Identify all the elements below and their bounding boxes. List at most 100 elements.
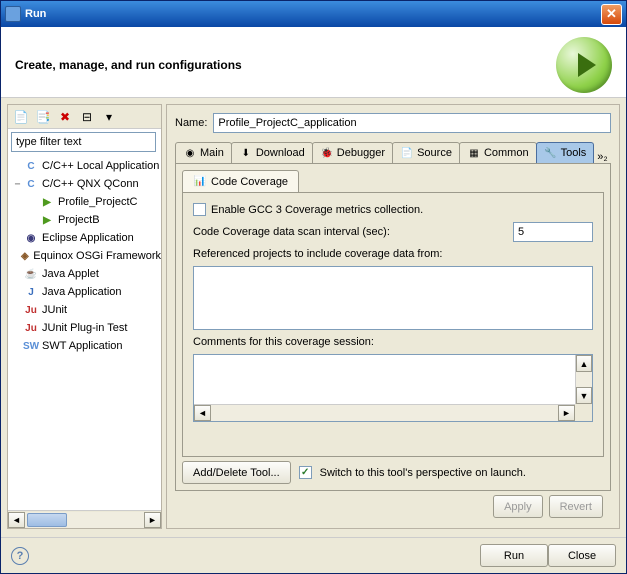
coverage-icon: 📊 (193, 175, 207, 189)
tab-source[interactable]: 📄Source (392, 142, 460, 163)
comments-textarea[interactable]: ▲ ▼ ◄ ► (193, 354, 593, 422)
add-delete-tool-button[interactable]: Add/Delete Tool... (182, 461, 291, 484)
run-logo-icon (556, 37, 612, 93)
tab-main[interactable]: ◉Main (175, 142, 232, 163)
code-coverage-subtab[interactable]: 📊 Code Coverage (182, 170, 299, 192)
tree-item[interactable]: JJava Application (8, 283, 161, 301)
subtab-label: Code Coverage (211, 176, 288, 188)
dialog-footer: ? Run Close (1, 537, 626, 573)
dialog-header: Create, manage, and run configurations (1, 27, 626, 98)
expander-icon[interactable]: − (12, 179, 23, 190)
tab-label: Download (256, 147, 305, 159)
tree-item[interactable]: SWSWT Application (8, 337, 161, 355)
tree-item[interactable]: ◈Equinox OSGi Framework (8, 247, 161, 265)
tree-item[interactable]: JuJUnit (8, 301, 161, 319)
config-editor: Name: ◉Main⬇Download🐞Debugger📄Source▦Com… (166, 104, 620, 529)
tree-item-label: JUnit Plug-in Test (42, 322, 127, 334)
tools-tab-body: 📊 Code Coverage Enable GCC 3 Coverage me… (175, 163, 611, 491)
enable-gcc-label: Enable GCC 3 Coverage metrics collection… (211, 204, 423, 216)
scroll-left-button[interactable]: ◄ (8, 512, 25, 528)
tree-item[interactable]: ◉Eclipse Application (8, 229, 161, 247)
tree-item-label: C/C++ QNX QConn (42, 178, 139, 190)
help-button[interactable]: ? (11, 547, 29, 565)
tree-item-label: Eclipse Application (42, 232, 134, 244)
config-tree-panel: 📄 📑 ✖ ⊟ ▾ CC/C++ Local Application−CC/C+… (7, 104, 162, 529)
tree-item-label: SWT Application (42, 340, 123, 352)
filter-input[interactable] (11, 132, 156, 152)
interval-input[interactable] (513, 222, 593, 242)
tree-item[interactable]: ▶ProjectB (8, 211, 161, 229)
enable-gcc-checkbox[interactable] (193, 203, 206, 216)
scroll-down-button[interactable]: ▼ (576, 387, 592, 404)
view-menu-button[interactable]: ▾ (99, 107, 119, 127)
delete-button[interactable]: ✖ (55, 107, 75, 127)
tab-tools[interactable]: 🔧Tools (536, 142, 595, 163)
tab-label: Debugger (337, 147, 385, 159)
tree-item-label: Profile_ProjectC (58, 196, 137, 208)
run-icon: ▶ (39, 212, 55, 228)
name-input[interactable] (213, 113, 611, 133)
tree-item-label: C/C++ Local Application (42, 160, 159, 172)
app-icon (5, 6, 21, 22)
tree-item[interactable]: −CC/C++ QNX QConn (8, 175, 161, 193)
tree-item[interactable]: JuJUnit Plug-in Test (8, 319, 161, 337)
close-button[interactable]: Close (548, 544, 616, 567)
collapse-all-button[interactable]: ⊟ (77, 107, 97, 127)
tree-item-label: Java Application (42, 286, 122, 298)
tree-item[interactable]: ☕Java Applet (8, 265, 161, 283)
swt-icon: SW (23, 338, 39, 354)
comments-hscrollbar[interactable]: ◄ ► (194, 404, 575, 421)
debugger-icon: 🐞 (320, 146, 334, 160)
window-title: Run (25, 8, 601, 20)
tab-debugger[interactable]: 🐞Debugger (312, 142, 393, 163)
tab-download[interactable]: ⬇Download (231, 142, 313, 163)
c-icon: C (23, 158, 39, 174)
run-button[interactable]: Run (480, 544, 548, 567)
scroll-right-button[interactable]: ► (144, 512, 161, 528)
comments-vscrollbar[interactable]: ▲ ▼ (575, 355, 592, 404)
filter-box (11, 132, 158, 152)
tab-label: Main (200, 147, 224, 159)
apply-button[interactable]: Apply (493, 495, 543, 518)
source-icon: 📄 (400, 146, 414, 160)
osgi-icon: ◈ (19, 248, 30, 264)
tree-toolbar: 📄 📑 ✖ ⊟ ▾ (8, 105, 161, 129)
revert-button[interactable]: Revert (549, 495, 603, 518)
scroll-left-button[interactable]: ◄ (194, 405, 211, 421)
titlebar: Run ✕ (1, 1, 626, 27)
main-icon: ◉ (183, 146, 197, 160)
ref-projects-list[interactable] (193, 266, 593, 330)
tab-label: Tools (561, 147, 587, 159)
close-icon[interactable]: ✕ (601, 4, 622, 25)
tree-item-label: ProjectB (58, 214, 100, 226)
config-tree[interactable]: CC/C++ Local Application−CC/C++ QNX QCon… (8, 155, 161, 510)
tabs-overflow-button[interactable]: »₂ (597, 151, 607, 163)
duplicate-button[interactable]: 📑 (33, 107, 53, 127)
tab-common[interactable]: ▦Common (459, 142, 537, 163)
run-dialog: Run ✕ Create, manage, and run configurat… (0, 0, 627, 574)
switch-perspective-label: Switch to this tool's perspective on lau… (320, 467, 526, 479)
tab-bar: ◉Main⬇Download🐞Debugger📄Source▦Common🔧To… (175, 139, 611, 163)
tree-item-label: Java Applet (42, 268, 99, 280)
tree-hscrollbar[interactable]: ◄ ► (8, 510, 161, 528)
scroll-thumb[interactable] (27, 513, 67, 527)
applet-icon: ☕ (23, 266, 39, 282)
tab-label: Common (484, 147, 529, 159)
junit-plugin-icon: Ju (23, 320, 39, 336)
tools-icon: 🔧 (544, 146, 558, 160)
coverage-panel: Enable GCC 3 Coverage metrics collection… (182, 192, 604, 457)
eclipse-icon: ◉ (23, 230, 39, 246)
run-icon: ▶ (39, 194, 55, 210)
scroll-right-button[interactable]: ► (558, 405, 575, 421)
new-config-button[interactable]: 📄 (11, 107, 31, 127)
scroll-up-button[interactable]: ▲ (576, 355, 592, 372)
tree-item[interactable]: ▶Profile_ProjectC (8, 193, 161, 211)
name-label: Name: (175, 117, 207, 129)
common-icon: ▦ (467, 146, 481, 160)
c-icon: C (23, 176, 39, 192)
header-text: Create, manage, and run configurations (15, 58, 556, 72)
comments-label: Comments for this coverage session: (193, 336, 593, 348)
scroll-track[interactable] (25, 512, 144, 528)
switch-perspective-checkbox[interactable]: ✓ (299, 466, 312, 479)
tree-item[interactable]: CC/C++ Local Application (8, 157, 161, 175)
